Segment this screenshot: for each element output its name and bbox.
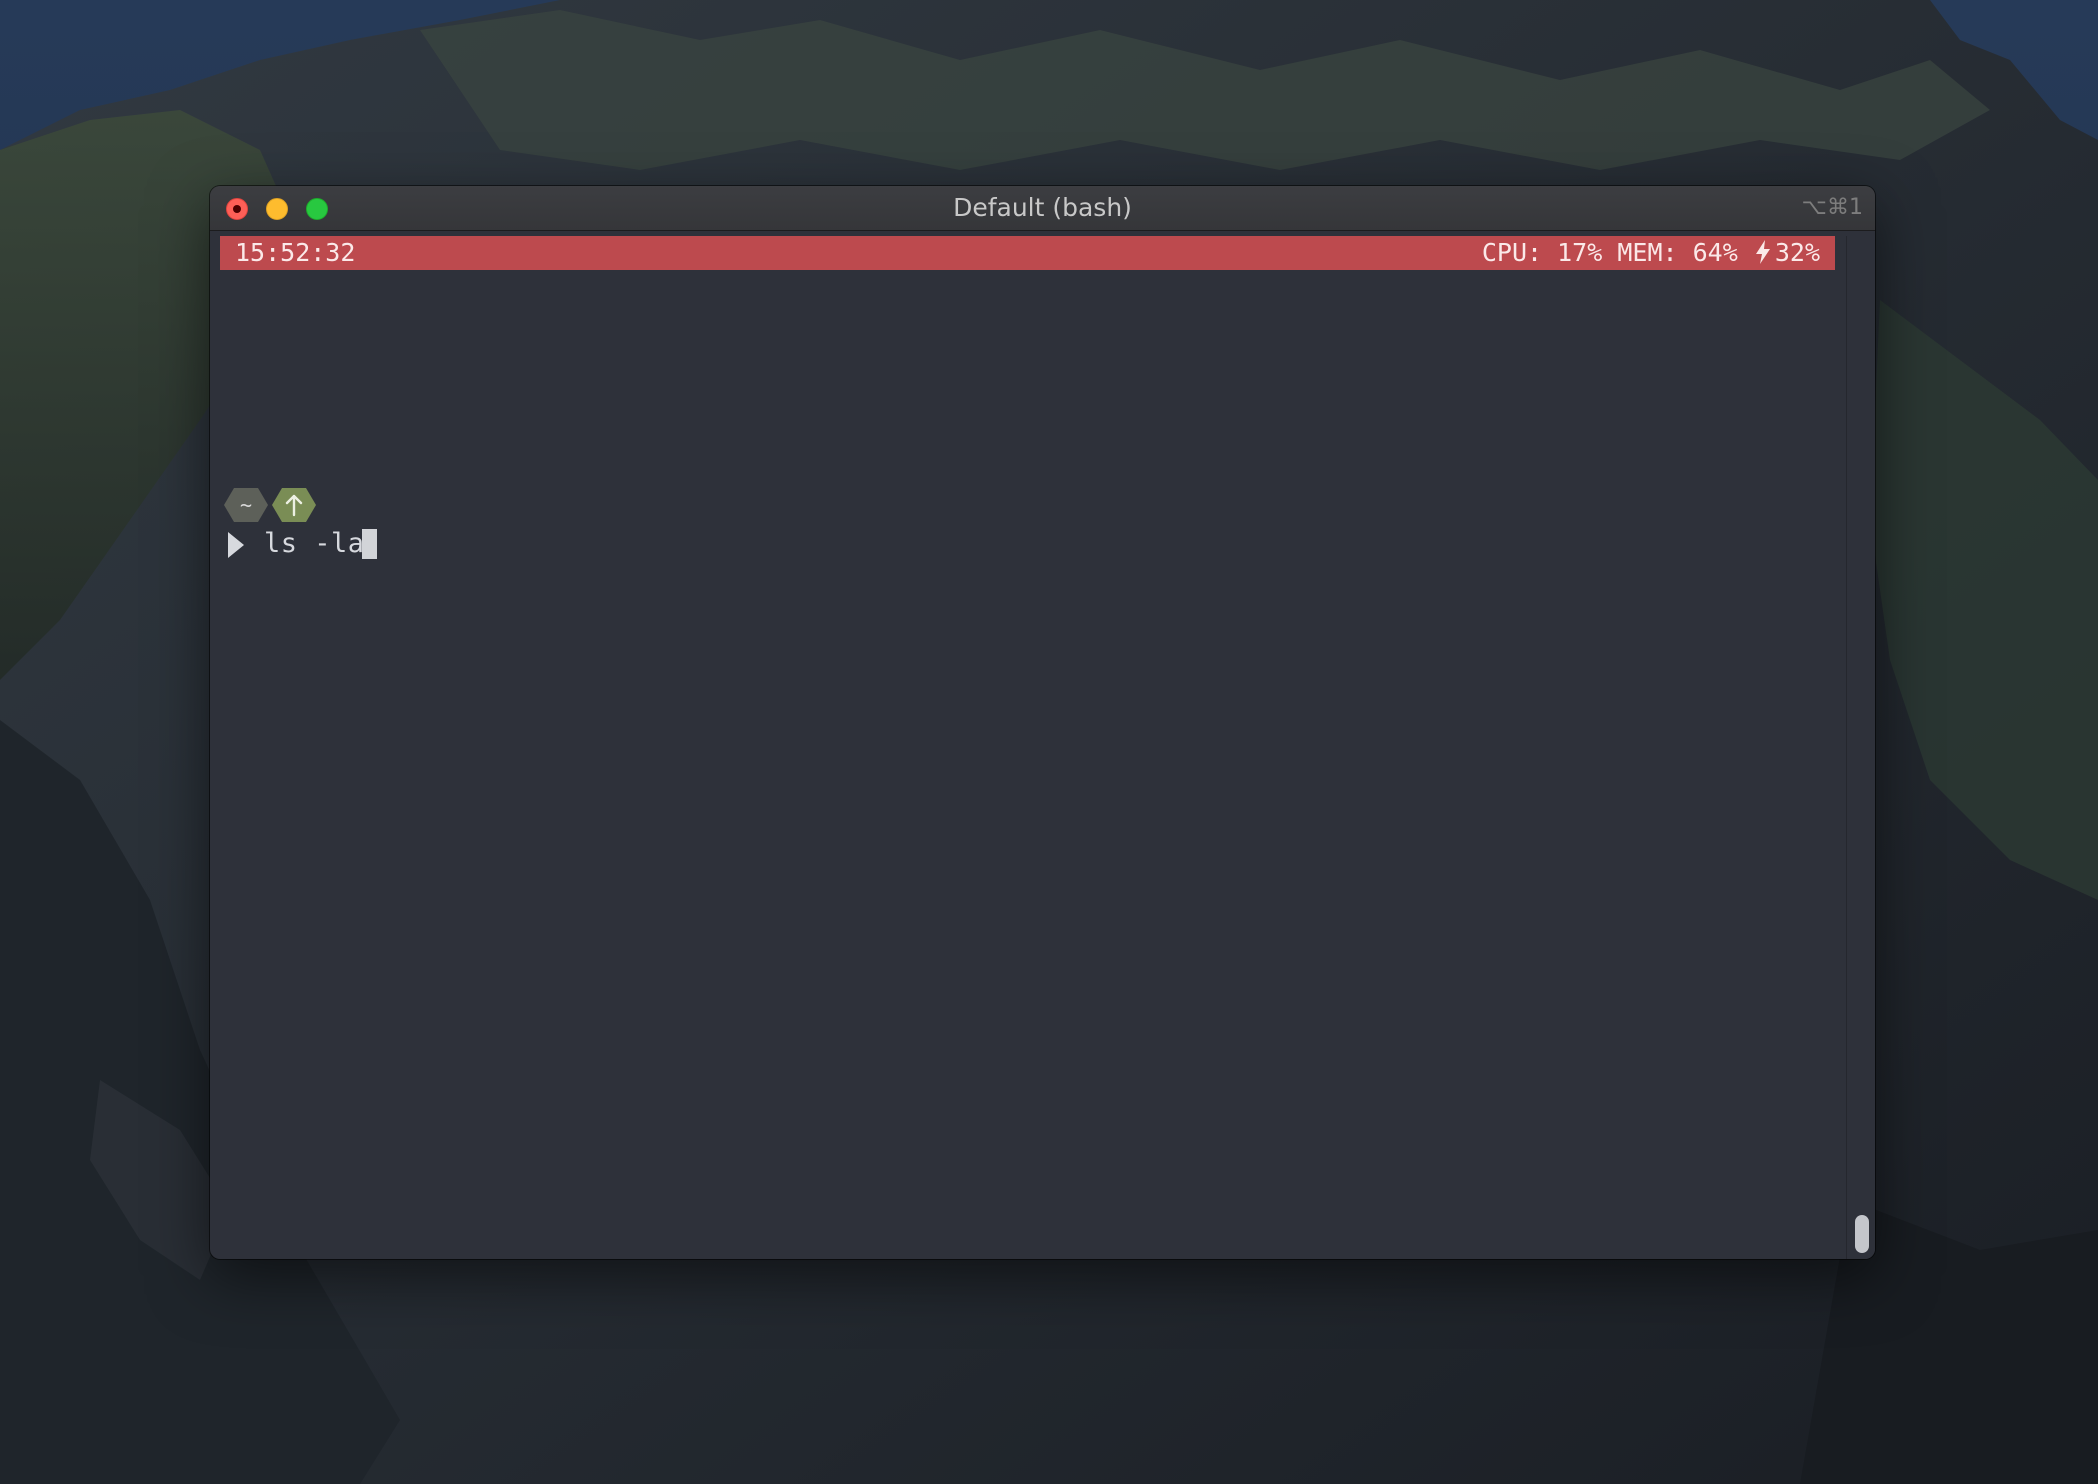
window-title: Default (bash) <box>953 193 1132 222</box>
title-bar[interactable]: Default (bash) ⌥⌘1 <box>210 186 1875 231</box>
window-shortcut: ⌥⌘1 <box>1801 195 1863 220</box>
arrow-up-icon <box>285 494 303 517</box>
cpu-value: 17% <box>1557 238 1603 267</box>
prompt-triangle-icon <box>228 532 244 558</box>
prompt-line[interactable]: ls -la <box>220 526 378 562</box>
status-bar: 15:52:32 CPU: 17% MEM: 64% 32% <box>220 236 1835 270</box>
scrollbar[interactable] <box>1846 236 1875 1259</box>
git-badge <box>272 488 316 522</box>
mem-label: MEM: <box>1617 238 1678 267</box>
status-time: 15:52:32 <box>235 238 356 267</box>
home-badge: ~ <box>224 488 268 522</box>
status-metrics: CPU: 17% MEM: 64% 32% <box>1482 236 1820 270</box>
command-input[interactable]: ls -la <box>264 526 365 562</box>
mem-value: 64% <box>1692 238 1738 267</box>
text-cursor <box>362 529 378 559</box>
home-badge-label: ~ <box>239 493 253 517</box>
cpu-label: CPU: <box>1481 238 1543 267</box>
terminal-window[interactable]: Default (bash) ⌥⌘1 15:52:32 CPU: 17% MEM… <box>210 186 1875 1259</box>
lightning-bolt-icon <box>1755 240 1770 264</box>
terminal-content[interactable]: ~ ls -la <box>210 276 1850 1259</box>
battery-value: 32% <box>1774 238 1820 267</box>
scrollbar-thumb[interactable] <box>1855 1215 1869 1253</box>
